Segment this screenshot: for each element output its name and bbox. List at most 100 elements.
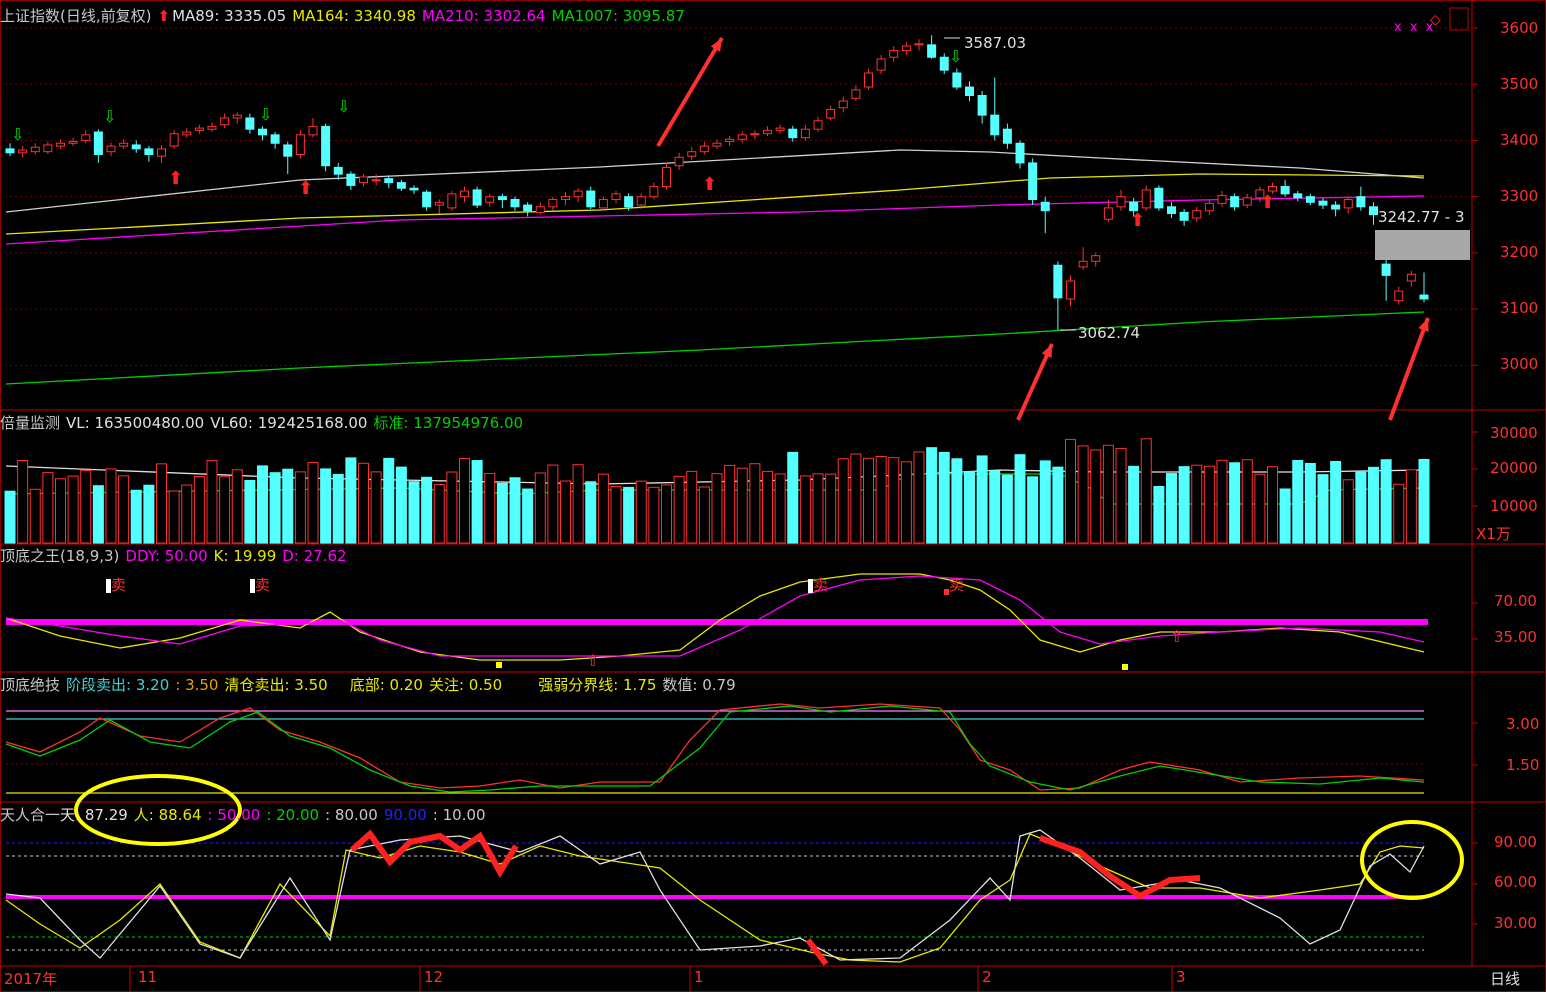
candle-body-110: [1394, 290, 1404, 302]
candle-body-78: [990, 114, 1000, 136]
candle-body-29: [371, 179, 381, 182]
ddy-header: 顶底之王(18,9,3) DDY: 50.00 K: 19.99 D: 27.62: [0, 546, 353, 566]
divider-label: 强弱分界线: 1.75: [538, 676, 657, 694]
stock-chart[interactable]: ◇⇩⇩ ⇩ ⇩⇩⬆ ⬆ ⬆⬆⬆⇧⇧: [0, 0, 1546, 992]
volume-bar-85: [1077, 445, 1089, 544]
candle-body-82: [1040, 201, 1050, 212]
candle-body-112: [1419, 294, 1429, 300]
volume-bar-84: [1065, 438, 1076, 544]
volume-bar-106: [1342, 479, 1354, 544]
candle-body-74: [939, 56, 949, 71]
volume-bar-97: [1229, 462, 1241, 544]
trh-tick-60: 60.00: [1494, 873, 1537, 891]
candle-body-60: [763, 129, 772, 135]
bottom-label: 底部: 0.20: [349, 676, 423, 694]
volume-bar-10: [130, 489, 142, 544]
candle-body-63: [800, 128, 810, 139]
candle-body-11: [144, 148, 154, 155]
candle-body-88: [1116, 196, 1126, 208]
candle-body-30: [384, 178, 394, 184]
candle-body-16: [207, 125, 217, 130]
v90-label: 90.00: [383, 806, 427, 824]
sell-marker-1: 卖: [106, 574, 126, 595]
volume-header: 倍量监测 VL: 163500480.00 VL60: 192425168.00 标准…: [0, 413, 529, 433]
candle-body-6: [81, 134, 91, 141]
volume-bar-47: [597, 473, 609, 544]
candle-body-98: [1242, 197, 1252, 206]
volume-bar-35: [446, 471, 458, 544]
highlight-ellipse-2: [1360, 820, 1464, 900]
volume-bar-92: [1166, 473, 1177, 544]
volume-bar-90: [1140, 438, 1152, 544]
d-line: [5, 575, 1425, 657]
candle-body-14: [182, 131, 192, 136]
candle-body-1: [18, 149, 28, 154]
volume-bar-25: [320, 468, 332, 544]
candle-body-76: [965, 86, 974, 96]
annotation-arrow-3: [1388, 317, 1430, 421]
volume-bar-1: [17, 460, 29, 544]
volume-bar-22: [282, 468, 294, 544]
volume-bar-103: [1304, 462, 1316, 544]
volume-bar-70: [888, 457, 900, 544]
candle-body-91: [1154, 187, 1164, 209]
volume-bar-36: [459, 458, 470, 544]
volume-bar-49: [623, 486, 635, 544]
vol-tick-10000: 10000: [1490, 497, 1538, 515]
volume-bar-64: [812, 473, 824, 544]
y-tick-3100: 3100: [1500, 299, 1539, 317]
volume-bar-80: [1014, 454, 1026, 544]
last-price-label: 3242.77 - 3: [1378, 208, 1465, 226]
volume-bar-98: [1241, 459, 1253, 544]
candle-body-84: [1066, 280, 1075, 300]
volume-bar-9: [118, 475, 130, 544]
candle-body-95: [1204, 202, 1214, 212]
volume-bar-67: [850, 453, 862, 544]
volume-bar-52: [661, 484, 672, 544]
volume-bar-79: [1001, 474, 1013, 544]
candle-body-12: [157, 148, 166, 157]
candle-body-24: [308, 125, 318, 136]
volume-bar-87: [1102, 444, 1114, 544]
tian-label: 天: 87.29: [60, 806, 128, 824]
candle-body-56: [712, 142, 722, 147]
volume-bar-100: [1267, 466, 1278, 544]
period-label[interactable]: 日线: [1490, 968, 1520, 989]
volume-bar-17: [219, 476, 231, 544]
volume-bar-65: [825, 473, 837, 544]
candle-body-79: [1002, 128, 1012, 144]
candle-body-26: [333, 166, 343, 175]
volume-bar-78: [989, 470, 1001, 544]
volume-bar-96: [1216, 459, 1228, 544]
ddy-up-arrow-icon: ⇧: [1170, 627, 1183, 646]
volume-bar-81: [1027, 476, 1039, 544]
candle-body-48: [611, 193, 621, 200]
candle-body-58: [737, 134, 747, 140]
vol-tick-30000: 30000: [1490, 424, 1538, 442]
jueji-tick-3: 3.00: [1506, 715, 1540, 733]
high-price-label: 3587.03: [964, 34, 1027, 52]
volume-bar-68: [863, 457, 874, 544]
candle-body-62: [788, 128, 798, 139]
candle-body-22: [283, 144, 293, 157]
candle-body-36: [460, 190, 469, 198]
candle-body-18: [232, 114, 242, 119]
sell-marker-2: 卖: [250, 574, 270, 595]
y-tick-3300: 3300: [1500, 187, 1539, 205]
candle-body-35: [447, 193, 457, 209]
candle-body-27: [346, 173, 356, 186]
candle-body-55: [699, 145, 709, 153]
candle-body-2: [30, 146, 40, 153]
candle-body-67: [851, 89, 861, 99]
v80-label: : 80.00: [325, 806, 378, 824]
volume-bar-112: [1418, 458, 1430, 544]
volume-bar-63: [799, 475, 811, 544]
volume-bar-45: [572, 464, 584, 544]
ma164-label: MA164: 3340.98: [292, 7, 416, 25]
clear-sell-label: 清仓卖出: 3.50: [224, 676, 328, 694]
volume-bar-51: [648, 486, 660, 544]
volume-bar-7: [92, 485, 104, 544]
trh-header: 天人合一天: 87.29 人: 88.64: 50.00: 20.00: 80.0…: [0, 805, 492, 825]
volume-bar-56: [711, 473, 723, 544]
candle-body-94: [1192, 210, 1202, 219]
